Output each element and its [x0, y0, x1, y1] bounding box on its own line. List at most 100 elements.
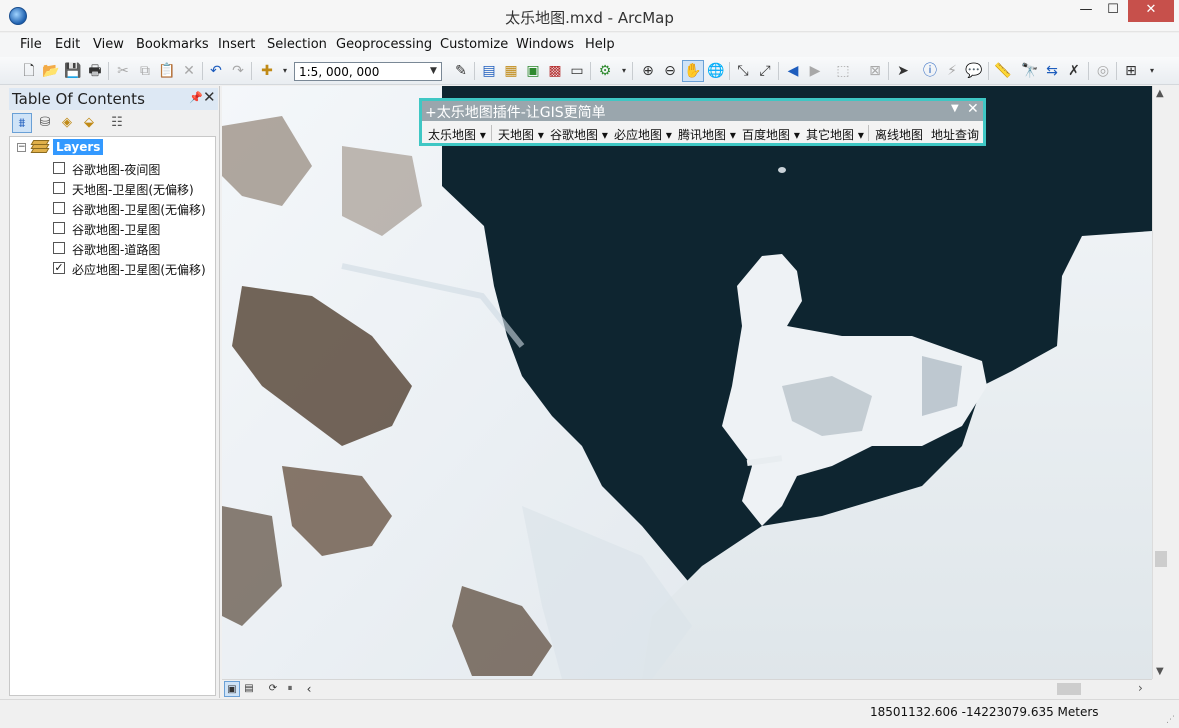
- plugin-close-icon[interactable]: ✕: [967, 101, 979, 117]
- menu-customize[interactable]: Customize: [440, 37, 508, 52]
- editor-toolbar-icon[interactable]: ✎: [452, 62, 470, 80]
- map-vertical-scrollbar[interactable]: ▲ ▼: [1152, 86, 1169, 679]
- layer-item[interactable]: 谷歌地图-卫星图(无偏移): [53, 199, 218, 217]
- new-document-icon[interactable]: 🗋: [20, 62, 38, 80]
- save-icon[interactable]: 💾: [64, 62, 82, 80]
- go-to-xy-icon[interactable]: ✗: [1065, 62, 1083, 80]
- menu-view[interactable]: View: [93, 37, 124, 52]
- layer-item[interactable]: ✓ 必应地图-卫星图(无偏移): [53, 259, 218, 277]
- layer-visibility-checkbox[interactable]: ✓: [53, 262, 65, 274]
- baidu-map-menu-button[interactable]: 百度地图 ▾: [742, 126, 800, 143]
- fixed-zoom-out-icon[interactable]: ⤢: [756, 62, 774, 80]
- undo-icon[interactable]: ↶: [207, 62, 225, 80]
- offline-map-button[interactable]: 离线地图: [875, 126, 923, 143]
- zoom-in-icon[interactable]: ⊕: [639, 62, 657, 80]
- add-data-icon[interactable]: ✚: [258, 62, 276, 80]
- toc-options-icon[interactable]: ☷: [107, 113, 127, 133]
- select-features-icon[interactable]: ⬚: [834, 62, 852, 80]
- tianditu-menu-button[interactable]: 天地图 ▾: [498, 126, 544, 143]
- other-map-menu-button[interactable]: 其它地图 ▾: [806, 126, 864, 143]
- hyperlink-icon[interactable]: ⚡: [943, 62, 961, 80]
- layer-item[interactable]: 谷歌地图-道路图: [53, 239, 218, 257]
- list-by-visibility-icon[interactable]: ◈: [57, 113, 77, 133]
- toolbox-red-icon[interactable]: ▩: [546, 62, 564, 80]
- layer-visibility-checkbox[interactable]: [53, 162, 65, 174]
- address-search-button[interactable]: 地址查询: [931, 126, 979, 143]
- toc-close-icon[interactable]: ✕: [203, 88, 216, 106]
- scroll-up-icon[interactable]: ▲: [1156, 88, 1164, 99]
- select-elements-icon[interactable]: ➤: [894, 62, 912, 80]
- html-popup-icon[interactable]: 💬: [965, 62, 983, 80]
- scroll-down-icon[interactable]: ▼: [1156, 666, 1164, 677]
- create-viewer-icon[interactable]: ⊞: [1122, 62, 1140, 80]
- menu-geoprocessing[interactable]: Geoprocessing: [336, 37, 432, 52]
- print-icon[interactable]: 🖶: [86, 62, 104, 80]
- toolbar-overflow-right-icon[interactable]: ▾: [1143, 62, 1161, 80]
- paste-icon[interactable]: 📋: [158, 62, 176, 80]
- plugin-toolbar[interactable]: +太乐地图插件-让GIS更简单 ▼ ✕ 太乐地图 ▾ 天地图 ▾ 谷歌地图 ▾ …: [419, 98, 986, 146]
- google-map-menu-button[interactable]: 谷歌地图 ▾: [550, 126, 608, 143]
- toolbar-overflow-icon[interactable]: ▾: [615, 62, 633, 80]
- find-route-icon[interactable]: ⇆: [1043, 62, 1061, 80]
- list-by-selection-icon[interactable]: ⬙: [79, 113, 99, 133]
- close-window-button[interactable]: ✕: [1128, 0, 1174, 22]
- open-folder-icon[interactable]: 📂: [42, 62, 60, 80]
- map-display[interactable]: [222, 86, 1152, 679]
- menu-help[interactable]: Help: [585, 37, 615, 52]
- list-by-drawing-order-icon[interactable]: ⩩: [12, 113, 32, 133]
- maximize-button[interactable]: ☐: [1100, 0, 1126, 22]
- fixed-zoom-in-icon[interactable]: ⤡: [734, 62, 752, 80]
- layer-visibility-checkbox[interactable]: [53, 222, 65, 234]
- menu-file[interactable]: File: [20, 37, 42, 52]
- measure-icon[interactable]: 📏: [994, 62, 1012, 80]
- layer-item[interactable]: 天地图-卫星图(无偏移): [53, 179, 218, 197]
- pan-tool-button[interactable]: ✋: [682, 60, 704, 82]
- layer-item[interactable]: 谷歌地图-卫星图: [53, 219, 218, 237]
- add-data-dropdown-icon[interactable]: ▾: [276, 62, 294, 80]
- clear-selection-icon[interactable]: ⊠: [866, 62, 884, 80]
- taile-map-menu-button[interactable]: 太乐地图 ▾: [428, 126, 486, 143]
- menu-insert[interactable]: Insert: [218, 37, 255, 52]
- layer-item[interactable]: 谷歌地图-夜间图: [53, 159, 218, 177]
- full-extent-icon[interactable]: 🌐: [707, 62, 725, 80]
- time-slider-icon[interactable]: ◎: [1094, 62, 1112, 80]
- delete-icon[interactable]: ✕: [180, 62, 198, 80]
- plugin-options-dropdown-icon[interactable]: ▼: [951, 103, 959, 114]
- layer-visibility-checkbox[interactable]: [53, 242, 65, 254]
- list-by-source-icon[interactable]: ⛁: [35, 113, 55, 133]
- redo-icon[interactable]: ↷: [229, 62, 247, 80]
- arctoolbox-icon[interactable]: ▣: [524, 62, 542, 80]
- zoom-out-icon[interactable]: ⊖: [661, 62, 679, 80]
- bing-map-menu-button[interactable]: 必应地图 ▾: [614, 126, 672, 143]
- identify-icon[interactable]: ⓘ: [921, 62, 939, 80]
- copy-icon[interactable]: ⧉: [136, 62, 154, 80]
- menu-edit[interactable]: Edit: [55, 37, 80, 52]
- layout-view-button[interactable]: ▤: [241, 681, 257, 697]
- layer-visibility-checkbox[interactable]: [53, 202, 65, 214]
- menu-bookmarks[interactable]: Bookmarks: [136, 37, 209, 52]
- find-icon[interactable]: 🔭: [1021, 62, 1039, 80]
- layer-visibility-checkbox[interactable]: [53, 182, 65, 194]
- forward-extent-icon[interactable]: ▶: [806, 62, 824, 80]
- scroll-right-icon[interactable]: ›: [1138, 681, 1143, 695]
- menu-windows[interactable]: Windows: [516, 37, 574, 52]
- back-extent-icon[interactable]: ◀: [784, 62, 802, 80]
- resize-grip-icon[interactable]: ⋰: [1166, 715, 1175, 725]
- refresh-icon[interactable]: ⟳: [265, 681, 281, 697]
- catalog-icon[interactable]: ▦: [502, 62, 520, 80]
- pin-icon[interactable]: 📌: [189, 91, 203, 104]
- chevron-down-icon[interactable]: ▼: [426, 63, 441, 80]
- data-view-button[interactable]: ▣: [224, 681, 240, 697]
- plugin-title-bar[interactable]: +太乐地图插件-让GIS更简单 ▼ ✕: [422, 101, 983, 121]
- attribute-table-icon[interactable]: ▤: [480, 62, 498, 80]
- pause-drawing-icon[interactable]: ⏸: [282, 681, 298, 697]
- layers-root-label[interactable]: Layers: [53, 139, 104, 155]
- scroll-left-icon[interactable]: ‹: [301, 681, 317, 697]
- vertical-scroll-thumb[interactable]: [1155, 551, 1167, 567]
- menu-selection[interactable]: Selection: [267, 37, 327, 52]
- cut-icon[interactable]: ✂: [114, 62, 132, 80]
- minimize-button[interactable]: —: [1072, 0, 1100, 22]
- model-builder-icon[interactable]: ⚙: [596, 62, 614, 80]
- python-window-icon[interactable]: ▭: [568, 62, 586, 80]
- collapse-layers-icon[interactable]: −: [17, 143, 26, 152]
